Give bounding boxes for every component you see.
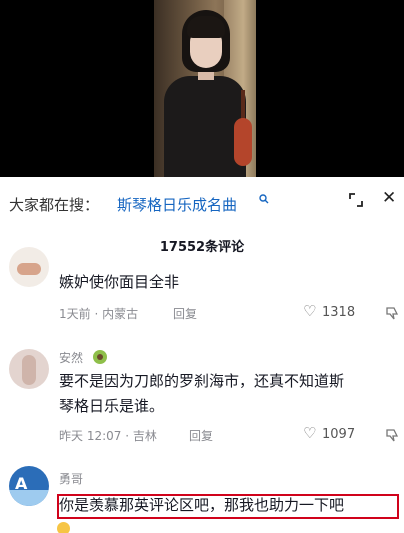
comment-text-line: 琴格日乐是谁。 — [59, 397, 165, 415]
like-count: 1318 — [322, 305, 356, 320]
avatar[interactable]: A — [9, 466, 49, 506]
comment-text-line: 要不是因为刀郎的罗刹海市，还真不知道斯 — [59, 372, 345, 390]
emoji-icon — [57, 522, 70, 533]
comment-text: 嫉妒使你面目全非 — [59, 273, 180, 291]
reply-button[interactable]: 回复 — [189, 427, 213, 444]
like-count: 1097 — [322, 427, 356, 442]
search-term-link[interactable]: 斯琴格日乐成名曲 — [117, 194, 237, 215]
highlight-box — [57, 494, 399, 519]
search-suggestion[interactable]: 大家都在搜： 斯琴格日乐成名曲 — [0, 186, 404, 220]
video-frame — [154, 0, 256, 177]
heart-icon[interactable]: ♡ — [303, 426, 316, 441]
video-player[interactable] — [0, 0, 404, 177]
comment-count: 17552条评论 — [159, 240, 245, 255]
avocado-emoji-icon — [93, 350, 107, 364]
username[interactable]: 安然 — [59, 349, 83, 366]
dislike-icon[interactable] — [385, 428, 399, 442]
search-icon — [259, 194, 269, 207]
avatar[interactable] — [9, 349, 49, 389]
dislike-icon[interactable] — [385, 306, 399, 320]
reply-button[interactable]: 回复 — [173, 305, 197, 322]
expand-icon[interactable] — [349, 193, 363, 207]
comment-meta: 1天前 · 内蒙古 — [59, 307, 139, 321]
close-icon[interactable]: ✕ — [382, 190, 396, 207]
avatar[interactable] — [9, 247, 49, 287]
comment-meta: 昨天 12:07 · 吉林 — [59, 429, 157, 443]
search-prefix: 大家都在搜： — [9, 196, 100, 214]
heart-icon[interactable]: ♡ — [303, 304, 316, 319]
username[interactable]: 勇哥 — [59, 470, 83, 487]
